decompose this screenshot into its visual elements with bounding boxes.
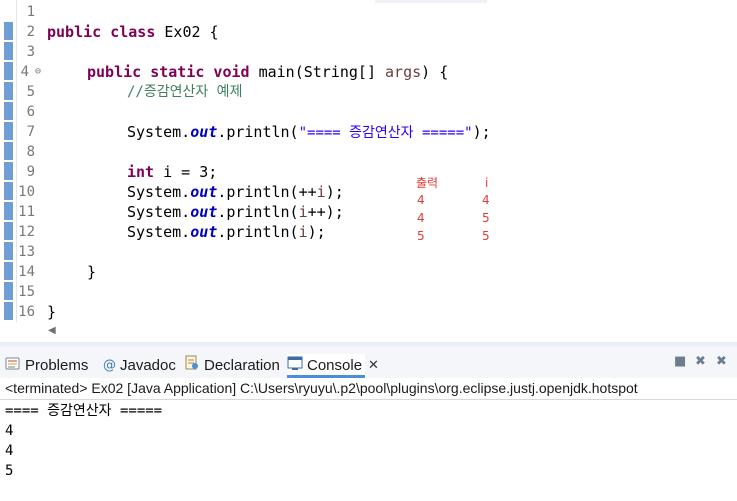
tab-label: Javadoc	[120, 356, 176, 374]
line-number: 13	[18, 244, 35, 260]
code-text: ) {	[421, 63, 449, 81]
code-line-14[interactable]: }	[87, 262, 96, 282]
string-literal: "==== 증감연산자 ====="	[298, 125, 473, 141]
annotation-output-value: 5	[417, 229, 425, 243]
annotation-header-i: i	[485, 176, 489, 190]
code-editor[interactable]: 1 2 3 4 ⊖ 5 6 7 8 9 10 11 12 13 14 15 16…	[0, 0, 737, 343]
problems-icon	[5, 355, 21, 375]
tab-javadoc[interactable]: @ Javadoc	[103, 354, 176, 376]
code-line-4[interactable]: public static void main(String[] args) {	[87, 62, 448, 82]
code-text: ++);	[307, 203, 344, 221]
keyword: public class	[47, 23, 156, 41]
tab-label: Problems	[25, 356, 89, 374]
console-output[interactable]: ==== 증감연산자 ===== 4 4 5	[5, 401, 735, 481]
code-text: );	[307, 223, 326, 241]
code-text: System.	[127, 223, 191, 241]
line-number: 7	[26, 124, 35, 140]
close-icon[interactable]: ✕	[368, 358, 379, 373]
editor-top-border	[375, 0, 487, 3]
code-line-9[interactable]: int i = 3;	[127, 162, 217, 182]
code-text: main(String[]	[249, 63, 386, 81]
console-output-line: 5	[5, 463, 14, 479]
line-number: 15	[18, 284, 35, 300]
console-output-line: 4	[5, 443, 14, 459]
line-number: 4	[20, 64, 29, 80]
parameter: args	[385, 63, 422, 81]
annotation-i-value: 5	[482, 229, 490, 243]
code-line-16[interactable]: }	[47, 302, 56, 322]
annotation-output-value: 4	[417, 211, 425, 225]
keyword: int	[127, 163, 155, 181]
view-tab-bar: Problems @ Javadoc Declaration Console ✕	[0, 346, 737, 378]
static-field: out	[190, 183, 218, 201]
console-status-line: <terminated> Ex02 [Java Application] C:\…	[0, 378, 737, 400]
code-line-10[interactable]: System.out.println(++i);	[127, 182, 344, 202]
code-text: .println(	[217, 223, 299, 241]
line-number: 16	[18, 304, 35, 320]
variable: i	[298, 203, 308, 221]
declaration-icon	[184, 355, 200, 375]
code-text: System.	[127, 183, 191, 201]
code-text: i = 3;	[154, 163, 218, 181]
annotation-i-value: 4	[482, 193, 490, 207]
console-icon	[287, 355, 303, 375]
annotation-i-value: 5	[482, 211, 490, 225]
code-text: .println(	[217, 203, 299, 221]
code-text: .println(++	[217, 183, 317, 201]
line-number: 10	[18, 184, 35, 200]
line-number: 8	[26, 144, 35, 160]
variable: i	[316, 183, 326, 201]
annotation-output-value: 4	[417, 193, 425, 207]
code-comment[interactable]: //증감연산자 예제	[127, 82, 242, 102]
code-text: System.	[127, 203, 191, 221]
tab-label: Declaration	[204, 356, 280, 374]
line-number: 11	[18, 204, 35, 220]
variable: i	[298, 223, 308, 241]
console-output-line: ==== 증감연산자 =====	[5, 403, 163, 419]
line-number: 1	[26, 4, 35, 20]
line-number: 9	[26, 164, 35, 180]
code-text: .println(	[217, 123, 299, 141]
code-line-12[interactable]: System.out.println(i);	[127, 222, 326, 242]
code-text: );	[325, 183, 344, 201]
line-number: 5	[26, 84, 35, 100]
line-number: 3	[26, 44, 35, 60]
static-field: out	[190, 223, 218, 241]
tab-label: Console	[307, 356, 363, 374]
code-line-7[interactable]: System.out.println("==== 증감연산자 =====");	[127, 122, 491, 143]
code-text: Ex02 {	[155, 23, 219, 41]
tab-console[interactable]: Console ✕	[287, 354, 379, 376]
keyword: public static void	[87, 63, 250, 81]
tab-problems[interactable]: Problems	[5, 354, 88, 376]
annotation-header-output: 출력	[416, 176, 439, 190]
line-number: 6	[26, 104, 35, 120]
code-line-11[interactable]: System.out.println(i++);	[127, 202, 344, 222]
remove-all-terminated-icon[interactable]: ✖	[716, 354, 727, 369]
at-icon: @	[103, 357, 116, 373]
line-number: 14	[18, 264, 35, 280]
line-number: 12	[18, 224, 35, 240]
terminate-icon[interactable]: ■	[674, 354, 686, 369]
static-field: out	[190, 123, 218, 141]
code-text: );	[472, 123, 491, 141]
tab-declaration[interactable]: Declaration	[184, 354, 280, 376]
line-number: 2	[26, 24, 35, 40]
static-field: out	[190, 203, 218, 221]
code-text: System.	[127, 123, 191, 141]
remove-launch-icon[interactable]: ✖	[695, 354, 706, 369]
fold-collapse-icon[interactable]: ⊖	[35, 62, 41, 82]
code-line-2[interactable]: public class Ex02 {	[47, 22, 219, 42]
scroll-left-icon[interactable]: ◀	[48, 325, 56, 336]
console-output-line: 4	[5, 423, 14, 439]
horizontal-scrollbar[interactable]: ◀	[0, 322, 737, 342]
